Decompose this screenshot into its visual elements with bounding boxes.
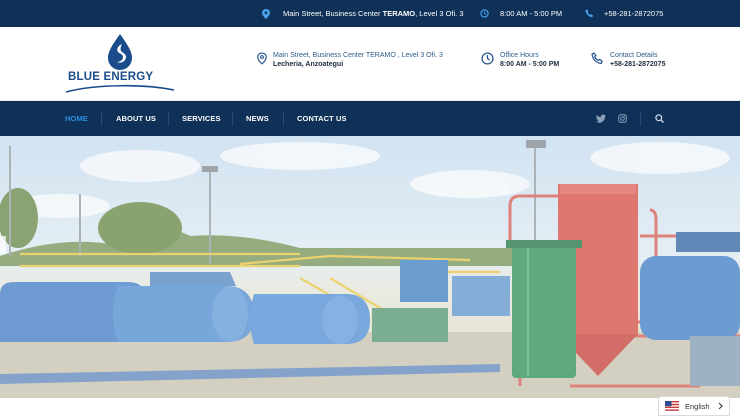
nav-divider <box>168 112 169 126</box>
water-drop-logo-icon <box>65 34 175 93</box>
clock-icon <box>480 9 489 18</box>
header-hours-title: Office Hours <box>500 52 539 59</box>
header-address: Main Street, Business Center TERAMO , Le… <box>257 51 443 69</box>
nav-item-about-us[interactable]: ABOUT US <box>116 101 156 136</box>
top-bar: Main Street, Business Center TERAMO, Lev… <box>0 0 740 27</box>
topbar-phone[interactable]: +58-281-2872075 <box>585 0 663 27</box>
nav-item-contact-us[interactable]: CONTACT US <box>297 101 347 136</box>
instagram-icon[interactable] <box>618 101 627 136</box>
topbar-hours: 8:00 AM - 5:00 PM <box>480 0 562 27</box>
nav-item-home[interactable]: HOME <box>65 101 88 136</box>
brand-name: BLUE ENERGY <box>68 71 154 83</box>
topbar-address-text: Main Street, Business Center TERAMO, Lev… <box>283 9 464 18</box>
nav-divider <box>232 112 233 126</box>
header-address-line2: Lecheria, Anzoategui <box>273 61 344 68</box>
hero-overlay <box>0 136 740 398</box>
header-contact-title: Contact Details <box>610 52 658 59</box>
search-icon[interactable] <box>655 101 664 136</box>
language-switcher[interactable]: English <box>658 396 730 416</box>
nav-divider <box>640 112 641 126</box>
language-label: English <box>685 401 710 411</box>
phone-icon <box>591 52 603 65</box>
site-header: BLUE ENERGY Main Street, Business Center… <box>0 27 740 101</box>
phone-icon <box>585 9 594 18</box>
brand-logo[interactable]: BLUE ENERGY <box>64 32 176 96</box>
twitter-icon[interactable] <box>596 101 606 136</box>
nav-divider <box>283 112 284 126</box>
us-flag-icon <box>665 401 679 411</box>
nav-item-services[interactable]: SERVICES <box>182 101 221 136</box>
topbar-hours-text: 8:00 AM - 5:00 PM <box>500 9 563 18</box>
nav-item-news[interactable]: NEWS <box>246 101 269 136</box>
nav-divider <box>101 112 102 126</box>
header-address-line1: Main Street, Business Center TERAMO , Le… <box>273 52 443 59</box>
main-nav: HOME ABOUT US SERVICES NEWS CONTACT US <box>0 101 740 136</box>
header-contact[interactable]: Contact Details +58-281-2872075 <box>591 51 665 69</box>
header-contact-value: +58-281-2872075 <box>610 61 666 68</box>
clock-icon <box>481 52 494 65</box>
topbar-address: Main Street, Business Center TERAMO, Lev… <box>262 0 464 27</box>
hero-image <box>0 136 740 398</box>
topbar-phone-text: +58-281-2872075 <box>604 9 664 18</box>
header-hours: Office Hours 8:00 AM - 5:00 PM <box>481 51 559 69</box>
map-pin-icon <box>262 8 270 19</box>
chevron-right-icon <box>718 402 723 410</box>
page-bottom <box>0 398 740 416</box>
header-hours-value: 8:00 AM - 5:00 PM <box>500 61 560 68</box>
map-pin-icon <box>257 52 267 65</box>
